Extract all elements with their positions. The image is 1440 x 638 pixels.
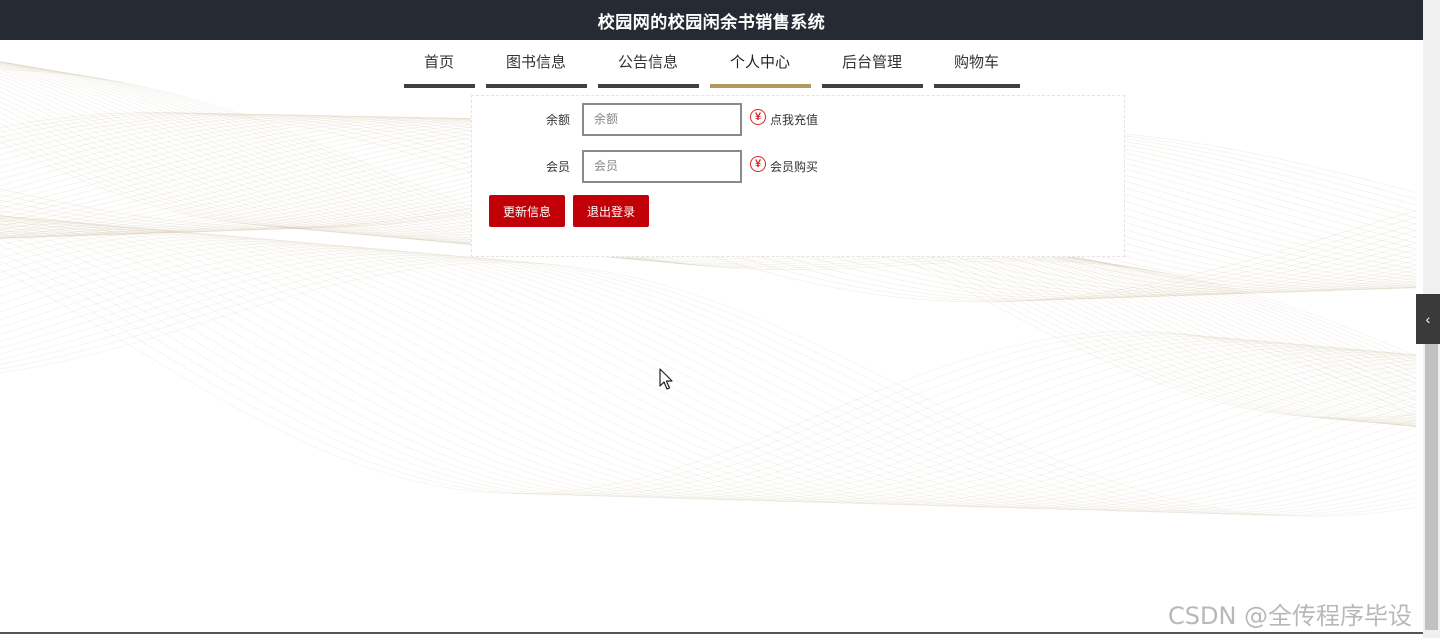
- profile-form-panel: 余额 ¥ 点我充值 会员 ¥ 会员购买 更新信息 退出登录: [471, 95, 1125, 257]
- side-panel-toggle[interactable]: ‹: [1416, 294, 1440, 344]
- nav-item-cart[interactable]: 购物车: [933, 43, 1020, 88]
- mouse-cursor-icon: [659, 368, 673, 390]
- form-buttons: 更新信息 退出登录: [489, 195, 650, 227]
- watermark-text: CSDN @全传程序毕设: [1168, 602, 1413, 630]
- member-purchase-link[interactable]: ¥ 会员购买: [750, 156, 819, 175]
- nav-item-books[interactable]: 图书信息: [485, 43, 587, 88]
- yen-icon: ¥: [750, 109, 766, 125]
- update-info-button[interactable]: 更新信息: [489, 195, 566, 227]
- nav-item-home[interactable]: 首页: [403, 43, 475, 88]
- chevron-left-icon: ‹: [1425, 311, 1431, 327]
- member-input[interactable]: [582, 149, 742, 183]
- bottom-divider: [0, 632, 1423, 634]
- page-title: 校园网的校园闲余书销售系统: [597, 12, 826, 32]
- recharge-link[interactable]: ¥ 点我充值: [750, 109, 819, 128]
- main-nav: 首页 图书信息 公告信息 个人中心 后台管理 购物车: [0, 40, 1423, 88]
- logout-button[interactable]: 退出登录: [573, 195, 650, 227]
- nav-item-personal-center[interactable]: 个人中心: [709, 43, 811, 88]
- balance-label: 余额: [545, 112, 570, 127]
- member-row: 会员 ¥ 会员购买: [472, 149, 818, 183]
- scrollbar-thumb[interactable]: [1425, 340, 1438, 630]
- nav-item-announcements[interactable]: 公告信息: [597, 43, 699, 88]
- nav-item-admin[interactable]: 后台管理: [821, 43, 923, 88]
- balance-row: 余额 ¥ 点我充值: [472, 102, 818, 136]
- member-label: 会员: [545, 159, 570, 174]
- app-title-bar: 校园网的校园闲余书销售系统: [0, 0, 1423, 40]
- balance-input[interactable]: [582, 102, 742, 136]
- recharge-link-label: 点我充值: [770, 112, 819, 127]
- yen-icon: ¥: [750, 156, 766, 172]
- member-purchase-link-label: 会员购买: [770, 159, 819, 174]
